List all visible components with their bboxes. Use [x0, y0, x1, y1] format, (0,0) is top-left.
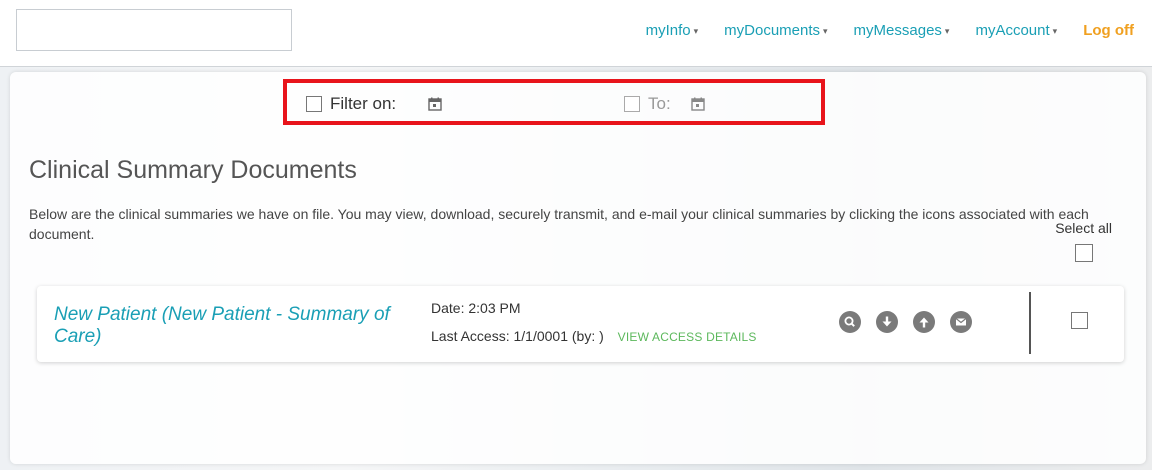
view-access-details-link[interactable]: VIEW ACCESS DETAILS	[618, 330, 757, 344]
filter-to-checkbox[interactable]	[624, 96, 640, 112]
nav-prefix: my	[975, 22, 996, 39]
page-title: Clinical Summary Documents	[29, 156, 357, 184]
upload-icon[interactable]	[913, 311, 935, 333]
nav-prefix: my	[645, 22, 666, 39]
document-meta: Date: 2:03 PM Last Access: 1/1/0001 (by:…	[431, 300, 757, 344]
filter-on-checkbox[interactable]	[306, 96, 322, 112]
document-actions	[839, 311, 972, 333]
filter-on-label: Filter on:	[330, 94, 397, 113]
logoff-link[interactable]: Log off	[1083, 22, 1134, 39]
last-access-value: 1/1/0001 (by: )	[513, 328, 604, 344]
select-all-group: Select all	[1055, 220, 1112, 265]
caret-down-icon: ▾	[1052, 25, 1058, 36]
caret-down-icon: ▾	[823, 25, 828, 36]
date-row: Date: 2:03 PM	[431, 300, 757, 316]
nav-label: Info	[665, 22, 691, 39]
date-value: 2:03 PM	[468, 300, 521, 316]
email-icon[interactable]	[950, 311, 972, 333]
page-description: Below are the clinical summaries we have…	[29, 206, 1089, 242]
nav-mydocuments[interactable]: myDocuments ▾	[724, 22, 827, 39]
last-access-row: Last Access: 1/1/0001 (by: ) VIEW ACCESS…	[431, 328, 757, 344]
document-select-checkbox[interactable]	[1071, 312, 1088, 329]
date-label: Date:	[431, 300, 465, 316]
top-navigation-bar: myInfo ▾ myDocuments ▾ myMessages ▾ myAccou…	[0, 0, 1152, 67]
nav-myinfo[interactable]: myInfo ▾	[646, 22, 699, 39]
filter-on-group: Filter on:	[306, 94, 442, 114]
document-title-link[interactable]: New Patient (New Patient - Summary of Ca…	[54, 304, 424, 348]
nav-label: Account	[995, 22, 1050, 39]
nav-mymessages[interactable]: myMessages ▾	[854, 22, 950, 39]
select-all-label: Select all	[1055, 220, 1112, 236]
nav-prefix: my	[724, 22, 745, 39]
row-divider	[1029, 292, 1031, 354]
download-icon[interactable]	[876, 311, 898, 333]
calendar-icon[interactable]	[428, 97, 442, 111]
last-access-label: Last Access:	[431, 328, 510, 344]
nav-label: Messages	[873, 22, 942, 39]
date-filter-highlight: Filter on: To:	[283, 79, 825, 125]
caret-down-icon: ▾	[693, 25, 699, 36]
search-icon[interactable]	[839, 311, 861, 333]
nav-prefix: my	[853, 22, 874, 39]
filter-to-label: To:	[648, 94, 671, 113]
select-all-checkbox[interactable]	[1074, 244, 1093, 262]
nav-myaccount[interactable]: myAccount ▾	[975, 22, 1057, 39]
nav-label: Documents	[744, 22, 821, 39]
filter-to-group: To:	[624, 94, 705, 114]
caret-down-icon: ▾	[944, 25, 950, 36]
document-row: New Patient (New Patient - Summary of Ca…	[37, 286, 1124, 362]
main-nav: myInfo ▾ myDocuments ▾ myMessages ▾ myAccou…	[646, 22, 1134, 39]
content-panel: Filter on: To: Clinical Summary Document…	[10, 72, 1146, 464]
logo-placeholder	[16, 9, 292, 51]
calendar-icon[interactable]	[690, 97, 705, 111]
